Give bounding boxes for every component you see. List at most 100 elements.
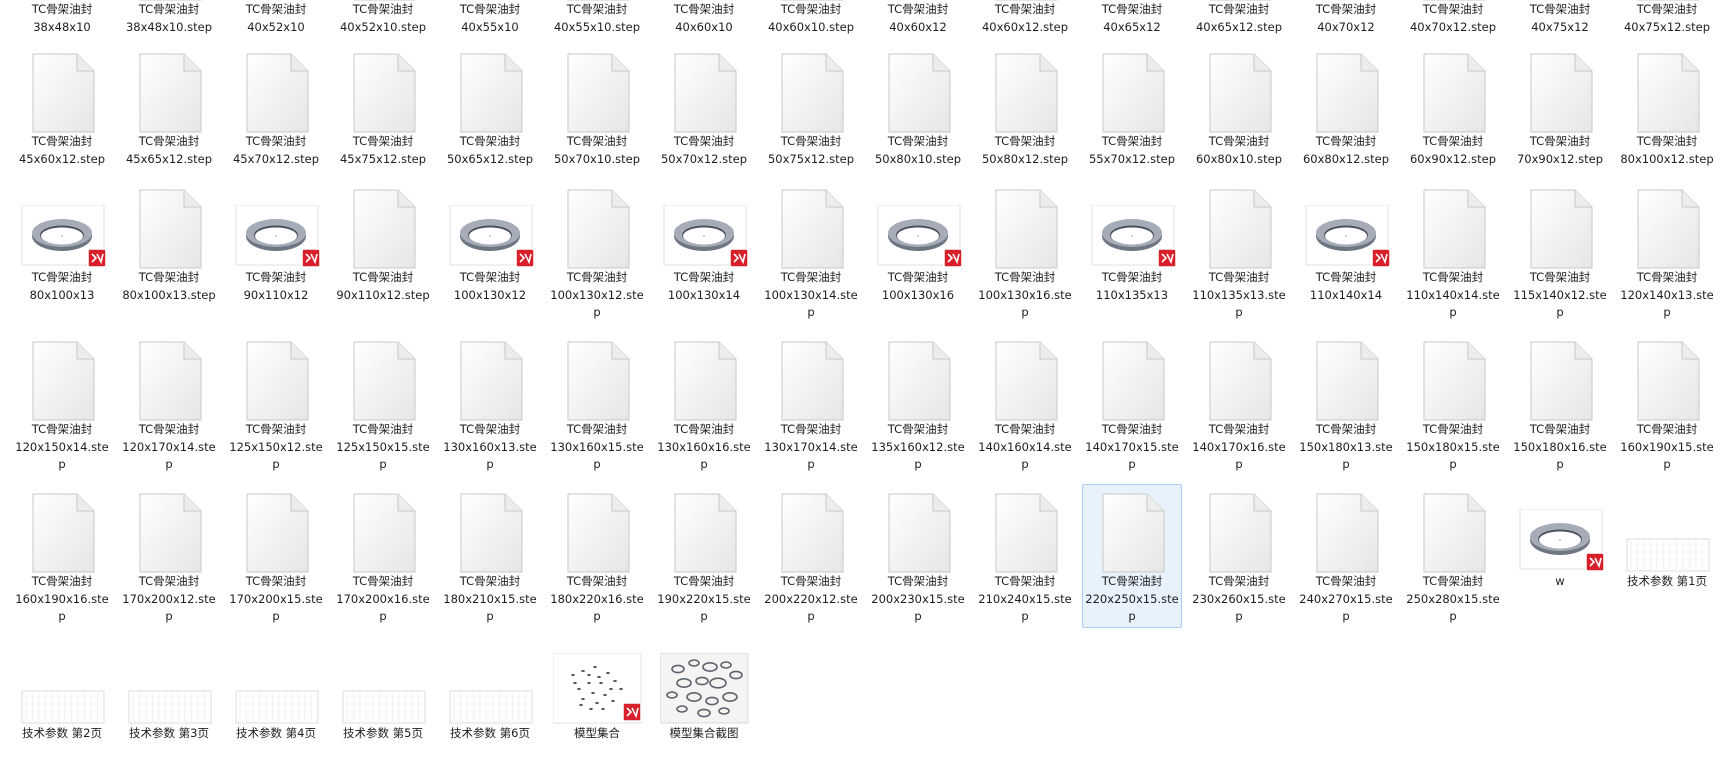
file-item[interactable]: TC骨架油封 110x140x14.ste p (1403, 180, 1503, 324)
file-item[interactable]: TC骨架油封 110x135x13.ste p (1189, 180, 1289, 324)
file-item[interactable]: TC骨架油封 140x160x14.ste p (975, 332, 1075, 476)
file-item[interactable]: TC骨架油封 110x135x13 (1082, 180, 1182, 306)
file-thumbnail (660, 45, 750, 133)
file-item[interactable]: TC骨架油封 100x130x14 (654, 180, 754, 306)
file-item[interactable]: TC骨架油封 40x75x12.step (1617, 0, 1717, 38)
file-name-line: TC骨架油封 (352, 134, 414, 148)
file-item[interactable]: TC骨架油封 90x110x12 (226, 180, 326, 306)
file-item[interactable]: TC骨架油封 40x60x12 (868, 0, 968, 38)
file-item[interactable]: TC骨架油封 125x150x12.ste p (226, 332, 326, 476)
file-item[interactable]: TC骨架油封 135x160x12.ste p (868, 332, 968, 476)
file-item[interactable]: 技术参数 第6页 (440, 636, 540, 762)
file-item[interactable]: TC骨架油封 130x160x16.ste p (654, 332, 754, 476)
file-item[interactable]: TC骨架油封 45x70x12.step (226, 44, 326, 170)
file-item[interactable]: w (1510, 484, 1610, 610)
file-item[interactable]: TC骨架油封 50x65x12.step (440, 44, 540, 170)
file-item[interactable]: TC骨架油封 120x170x14.ste p (119, 332, 219, 476)
file-item[interactable]: 技术参数 第1页 (1617, 484, 1717, 610)
file-item[interactable]: TC骨架油封 140x170x15.ste p (1082, 332, 1182, 476)
file-item[interactable]: TC骨架油封 40x52x10.step (333, 0, 433, 38)
file-item[interactable]: TC骨架油封 80x100x13 (12, 180, 112, 306)
file-item[interactable]: TC骨架油封 190x220x15.ste p (654, 484, 754, 628)
file-item[interactable]: TC骨架油封 70x90x12.step (1510, 44, 1610, 170)
file-item[interactable]: TC骨架油封 150x180x16.ste p (1510, 332, 1610, 476)
file-item[interactable]: TC骨架油封 45x75x12.step (333, 44, 433, 170)
file-item[interactable]: 技术参数 第4页 (226, 636, 326, 762)
file-item[interactable]: TC骨架油封 60x80x12.step (1296, 44, 1396, 170)
file-item[interactable]: TC骨架油封 50x80x10.step (868, 44, 968, 170)
file-name-line: 40x60x10.step (767, 19, 855, 34)
file-item[interactable]: TC骨架油封 90x110x12.step (333, 180, 433, 306)
file-item[interactable]: TC骨架油封 140x170x16.ste p (1189, 332, 1289, 476)
file-item[interactable]: TC骨架油封 160x190x16.ste p (12, 484, 112, 628)
file-item[interactable]: 模型集合截图 (654, 636, 754, 762)
file-item[interactable]: TC骨架油封 40x60x10 (654, 0, 754, 38)
file-item[interactable]: TC骨架油封 150x180x13.ste p (1296, 332, 1396, 476)
file-item[interactable]: TC骨架油封 80x100x13.step (119, 180, 219, 306)
file-item[interactable]: TC骨架油封 210x240x15.ste p (975, 484, 1075, 628)
file-item[interactable]: TC骨架油封 100x130x14.ste p (761, 180, 861, 324)
file-item[interactable]: TC骨架油封 125x150x15.ste p (333, 332, 433, 476)
file-name-line: 40x60x10 (675, 19, 733, 34)
file-item[interactable]: TC骨架油封 120x150x14.ste p (12, 332, 112, 476)
file-name-line: 60x80x10.step (1195, 151, 1283, 166)
file-item[interactable]: TC骨架油封 40x60x12.step (975, 0, 1075, 38)
file-item[interactable]: TC骨架油封 180x220x16.ste p (547, 484, 647, 628)
file-item[interactable]: TC骨架油封 40x75x12 (1510, 0, 1610, 38)
file-item[interactable]: TC骨架油封 240x270x15.ste p (1296, 484, 1396, 628)
file-item[interactable]: TC骨架油封 55x70x12.step (1082, 44, 1182, 170)
file-item[interactable]: TC骨架油封 130x160x13.ste p (440, 332, 540, 476)
file-item[interactable]: TC骨架油封 40x55x10.step (547, 0, 647, 38)
file-item[interactable]: TC骨架油封 200x230x15.ste p (868, 484, 968, 628)
file-item[interactable]: TC骨架油封 170x200x16.ste p (333, 484, 433, 628)
file-item[interactable]: TC骨架油封 40x65x12.step (1189, 0, 1289, 38)
file-item[interactable]: TC骨架油封 60x80x10.step (1189, 44, 1289, 170)
file-item[interactable]: TC骨架油封 50x70x10.step (547, 44, 647, 170)
file-name-label: TC骨架油封 40x75x12 (1511, 1, 1609, 36)
file-item[interactable]: TC骨架油封 50x70x12.step (654, 44, 754, 170)
file-item[interactable]: TC骨架油封 170x200x15.ste p (226, 484, 326, 628)
file-item[interactable]: TC骨架油封 110x140x14 (1296, 180, 1396, 306)
file-name-line: 100x130x14 (667, 287, 741, 302)
file-item[interactable]: TC骨架油封 40x55x10 (440, 0, 540, 38)
file-item[interactable]: TC骨架油封 100x130x16.ste p (975, 180, 1075, 324)
file-item[interactable]: TC骨架油封 40x65x12 (1082, 0, 1182, 38)
file-item[interactable]: 技术参数 第5页 (333, 636, 433, 762)
file-item[interactable]: TC骨架油封 100x130x12.ste p (547, 180, 647, 324)
file-item[interactable]: TC骨架油封 200x220x12.ste p (761, 484, 861, 628)
file-name-label: TC骨架油封 125x150x15.ste p (334, 421, 432, 474)
file-item[interactable]: TC骨架油封 230x260x15.ste p (1189, 484, 1289, 628)
file-name-label: TC骨架油封 160x190x16.ste p (13, 573, 111, 626)
file-item[interactable]: TC骨架油封 160x190x15.ste p (1617, 332, 1717, 476)
file-item[interactable]: TC骨架油封 130x160x15.ste p (547, 332, 647, 476)
file-thumbnail (339, 45, 429, 133)
file-item[interactable]: TC骨架油封 38x48x10.step (119, 0, 219, 38)
file-item[interactable]: TC骨架油封 120x140x13.ste p (1617, 180, 1717, 324)
file-item[interactable]: TC骨架油封 170x200x12.ste p (119, 484, 219, 628)
file-item[interactable]: 技术参数 第2页 (12, 636, 112, 762)
file-item[interactable]: TC骨架油封 40x60x10.step (761, 0, 861, 38)
file-item[interactable]: TC骨架油封 130x170x14.ste p (761, 332, 861, 476)
file-item[interactable]: TC骨架油封 50x75x12.step (761, 44, 861, 170)
file-item[interactable]: TC骨架油封 40x70x12.step (1403, 0, 1503, 38)
file-item[interactable]: TC骨架油封 40x70x12 (1296, 0, 1396, 38)
file-name-line: TC骨架油封 (1529, 422, 1591, 436)
file-name-label: TC骨架油封 40x70x12.step (1404, 1, 1502, 36)
file-item[interactable]: TC骨架油封 60x90x12.step (1403, 44, 1503, 170)
file-item[interactable]: 模型集合 (547, 636, 647, 762)
file-item[interactable]: TC骨架油封 38x48x10 (12, 0, 112, 38)
file-item[interactable]: TC骨架油封 50x80x12.step (975, 44, 1075, 170)
file-item[interactable]: TC骨架油封 45x65x12.step (119, 44, 219, 170)
file-name-line: p (272, 457, 280, 471)
file-item[interactable]: TC骨架油封 80x100x12.step (1617, 44, 1717, 170)
file-item[interactable]: TC骨架油封 40x52x10 (226, 0, 326, 38)
file-item[interactable]: TC骨架油封 115x140x12.ste p (1510, 180, 1610, 324)
file-item[interactable]: TC骨架油封 220x250x15.ste p (1082, 484, 1182, 628)
file-item[interactable]: TC骨架油封 180x210x15.ste p (440, 484, 540, 628)
file-item[interactable]: TC骨架油封 100x130x12 (440, 180, 540, 306)
file-item[interactable]: TC骨架油封 250x280x15.ste p (1403, 484, 1503, 628)
file-item[interactable]: TC骨架油封 45x60x12.step (12, 44, 112, 170)
file-item[interactable]: 技术参数 第3页 (119, 636, 219, 762)
file-item[interactable]: TC骨架油封 150x180x15.ste p (1403, 332, 1503, 476)
file-item[interactable]: TC骨架油封 100x130x16 (868, 180, 968, 306)
